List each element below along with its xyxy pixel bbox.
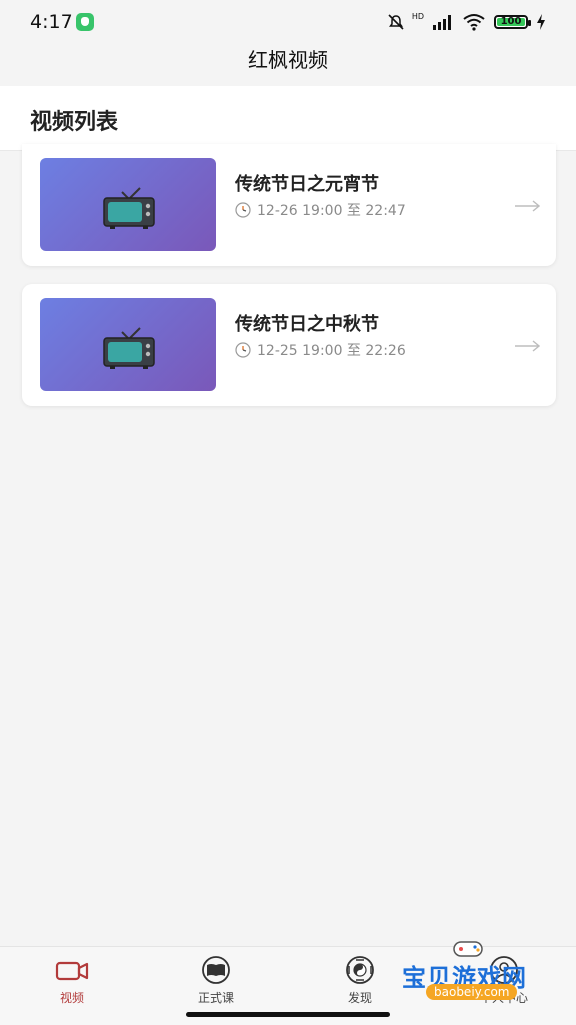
- home-indicator[interactable]: [186, 1012, 390, 1017]
- app-title: 红枫视频: [248, 48, 328, 72]
- video-time: 12-26 19:00 至 22:47: [235, 200, 406, 220]
- signal-icon: [433, 15, 451, 30]
- tv-icon: [103, 187, 155, 229]
- tab-label: 发现: [347, 991, 372, 1005]
- arrow-right-icon[interactable]: [514, 340, 540, 352]
- tab-label: 正式课: [197, 991, 234, 1005]
- battery-icon: 100: [494, 15, 531, 29]
- section-header: 视频列表: [0, 86, 576, 151]
- wifi-icon: [463, 14, 485, 31]
- video-card[interactable]: 传统节日之元宵节 12-26 19:00 至 22:47: [22, 144, 556, 266]
- tab-label: 视频: [59, 991, 84, 1005]
- app-notification-icon: [76, 13, 94, 31]
- status-bar: 4:17 HD 100: [0, 0, 576, 44]
- watermark-url: baobeiy.com: [426, 984, 518, 1000]
- bagua-icon: [346, 956, 374, 984]
- tab-discover[interactable]: 发现: [320, 955, 400, 1006]
- video-thumbnail[interactable]: [40, 158, 216, 251]
- arrow-right-icon[interactable]: [514, 200, 540, 212]
- tv-icon: [103, 327, 155, 369]
- watermark-logo: 宝贝游戏网 baobeiy.com: [396, 936, 556, 1008]
- tab-video[interactable]: 视频: [32, 955, 112, 1006]
- video-camera-icon: [55, 961, 89, 981]
- video-title: 传统节日之元宵节: [235, 174, 379, 195]
- tab-course[interactable]: 正式课: [176, 955, 256, 1006]
- video-card[interactable]: 传统节日之中秋节 12-25 19:00 至 22:26: [22, 284, 556, 406]
- clock-icon: [235, 342, 251, 358]
- video-title: 传统节日之中秋节: [235, 314, 379, 335]
- charging-icon: [537, 14, 545, 30]
- status-time: 4:17: [30, 11, 73, 33]
- battery-level: 100: [500, 16, 522, 27]
- video-thumbnail[interactable]: [40, 298, 216, 391]
- status-indicators: HD 100: [388, 12, 546, 32]
- video-time-text: 12-26 19:00 至 22:47: [257, 203, 406, 219]
- clock-icon: [235, 202, 251, 218]
- video-time: 12-25 19:00 至 22:26: [235, 340, 406, 360]
- section-title: 视频列表: [30, 110, 119, 135]
- gamepad-icon: [453, 941, 483, 957]
- bell-muted-icon: [388, 14, 404, 30]
- network-type-label: HD: [411, 11, 424, 21]
- book-icon: [202, 956, 230, 984]
- video-time-text: 12-25 19:00 至 22:26: [257, 343, 406, 359]
